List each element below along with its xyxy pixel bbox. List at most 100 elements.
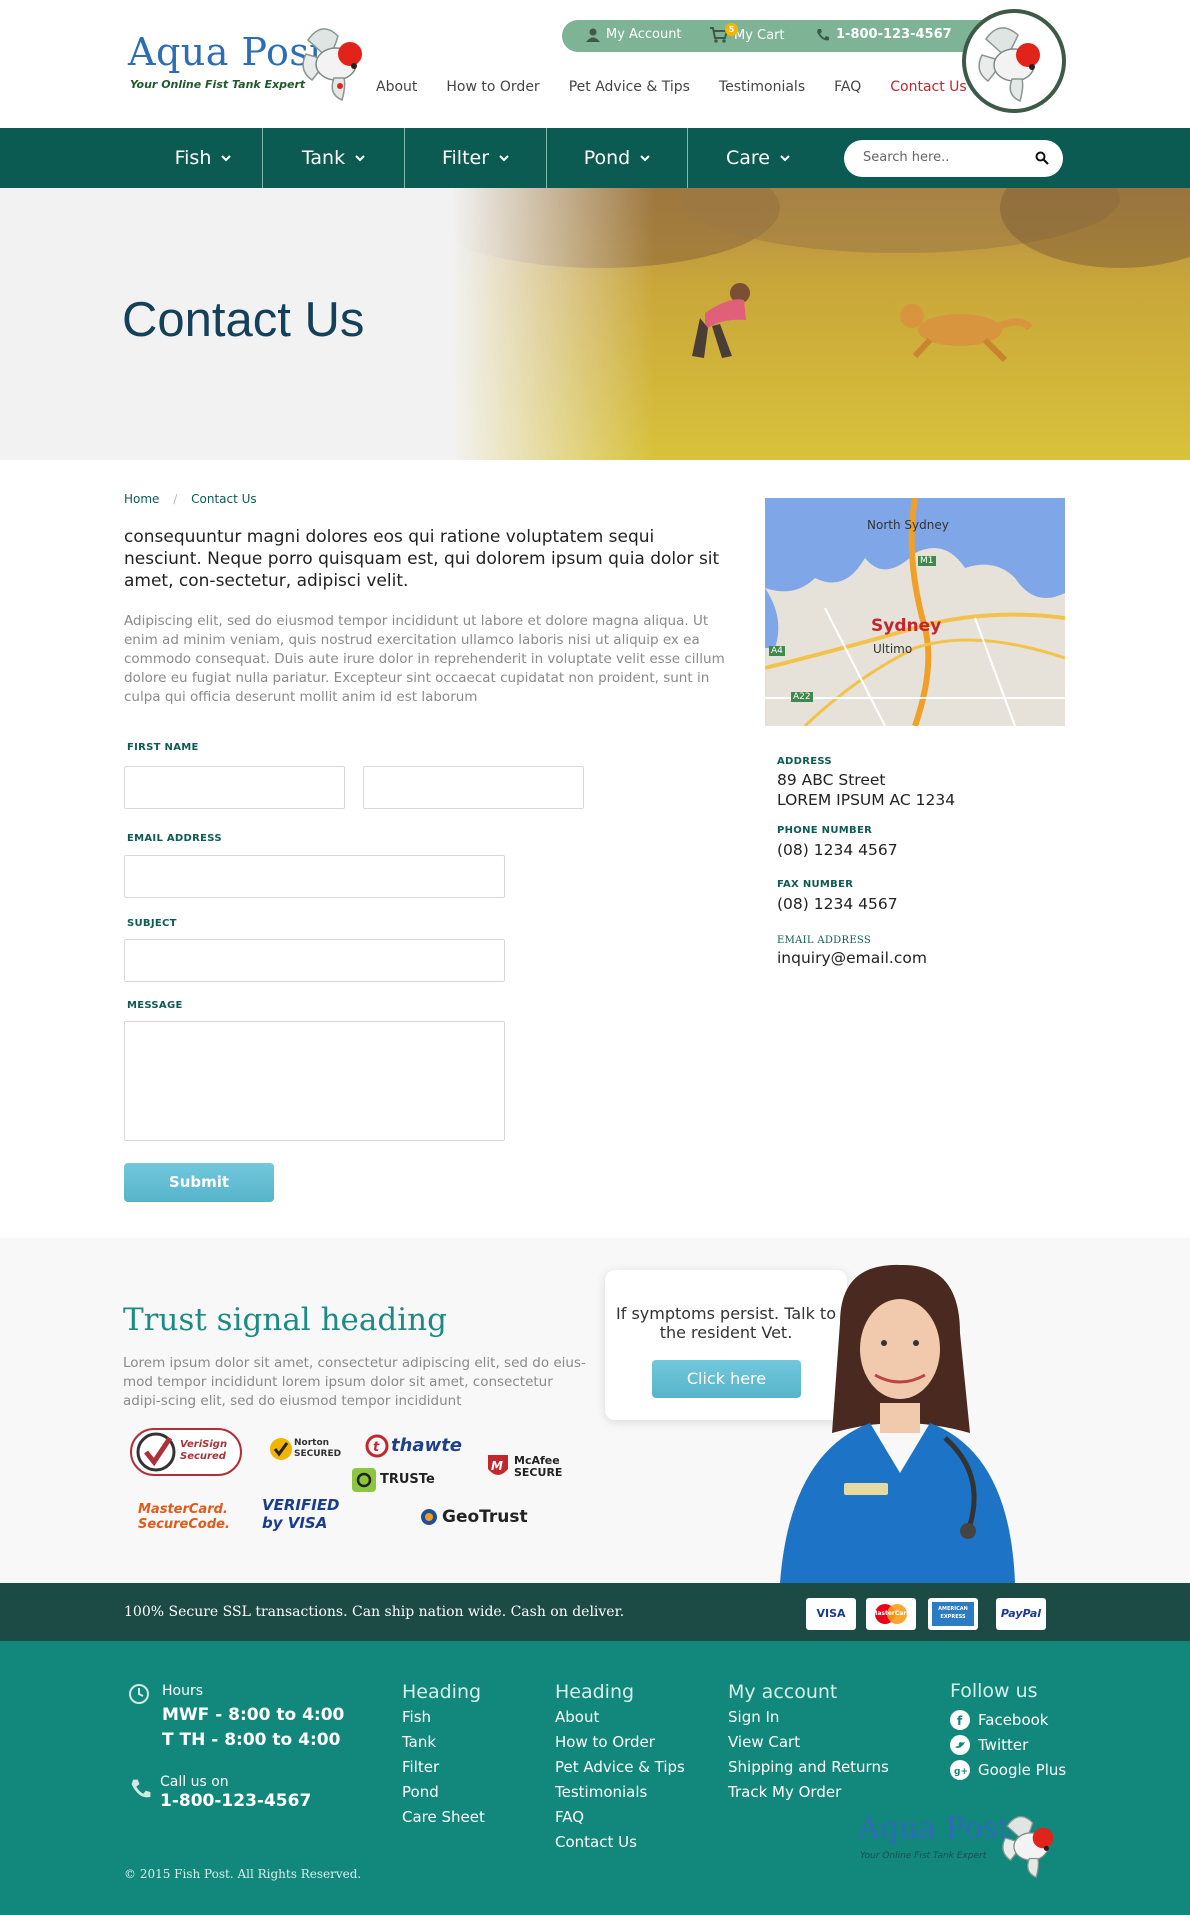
footer-link-view-cart[interactable]: View Cart <box>728 1733 800 1751</box>
email-field[interactable] <box>124 855 505 898</box>
nav-about[interactable]: About <box>376 79 417 95</box>
email-value[interactable]: inquiry@email.com <box>777 948 927 968</box>
footer-link-google-plus[interactable]: Google Plus <box>978 1761 1066 1779</box>
thawte-seal: t thawte <box>365 1434 475 1462</box>
address-line-1: 89 ABC Street <box>777 771 886 789</box>
address-line-2: LOREM IPSUM AC 1234 <box>777 791 956 809</box>
category-label: Pond <box>583 147 631 169</box>
nav-how-to-order[interactable]: How to Order <box>446 79 539 95</box>
nav-contact-us[interactable]: Contact Us <box>890 79 966 95</box>
footer-link-twitter[interactable]: Twitter <box>978 1736 1028 1754</box>
main-nav: About How to Order Pet Advice & Tips Tes… <box>376 79 996 95</box>
mastercard-securecode-seal: MasterCard. SecureCode. <box>138 1502 230 1536</box>
seal-label: thawte <box>391 1435 463 1456</box>
footer-link-filter[interactable]: Filter <box>402 1758 439 1776</box>
footer-heading-2: Heading <box>555 1681 635 1703</box>
category-pond[interactable]: Pond <box>547 128 687 188</box>
nav-testimonials[interactable]: Testimonials <box>719 79 805 95</box>
phone-icon <box>131 1779 151 1798</box>
footer-link-shipping[interactable]: Shipping and Returns <box>728 1758 889 1776</box>
email-label: EMAIL ADDRESS <box>127 833 222 844</box>
category-care[interactable]: Care <box>688 128 828 188</box>
logo-text: Aqua Post <box>128 30 326 74</box>
my-cart-link[interactable]: My Cart <box>710 27 785 43</box>
seal-label: VeriSign Secured <box>180 1439 228 1462</box>
message-field[interactable] <box>124 1021 505 1141</box>
footer-logo[interactable]: Aqua Post Your Online Fist Tank Expert <box>858 1809 1068 1879</box>
subject-label: SUBJECT <box>127 918 177 929</box>
footer-link-pond[interactable]: Pond <box>402 1783 439 1801</box>
last-name-field[interactable] <box>363 766 584 809</box>
svg-text:t: t <box>373 1440 380 1455</box>
geotrust-logo-icon <box>421 1509 437 1525</box>
trust-section: Trust signal heading Lorem ipsum dolor s… <box>0 1238 1190 1583</box>
phone-link[interactable]: 1-800-123-4567 <box>816 27 952 42</box>
footer-link-how-to-order[interactable]: How to Order <box>555 1733 655 1751</box>
verisign-seal: VeriSign Secured <box>130 1428 242 1476</box>
footer-link-fish[interactable]: Fish <box>402 1708 431 1726</box>
svg-text:g+: g+ <box>954 1767 968 1777</box>
phone-label: PHONE NUMBER <box>777 825 873 836</box>
footer-link-faq[interactable]: FAQ <box>555 1808 584 1826</box>
nav-faq[interactable]: FAQ <box>834 79 861 95</box>
phone-value[interactable]: (08) 1234 4567 <box>777 840 898 860</box>
address-label: ADDRESS <box>777 756 832 767</box>
map-label: A4 <box>769 646 785 656</box>
seal-label: VERIFIED by VISA <box>262 1496 340 1532</box>
map-label: Ultimo <box>873 642 913 656</box>
footer-link-tank[interactable]: Tank <box>402 1733 436 1751</box>
location-map[interactable]: North Sydney M1 Sydney A4 Ultimo A22 <box>765 498 1065 726</box>
seal-label: McAfee SECURE <box>514 1454 563 1479</box>
twitter-icon[interactable] <box>950 1735 970 1755</box>
site-logo[interactable]: Aqua Post Your Online Fist Tank Expert <box>126 20 376 110</box>
footer-link-sign-in[interactable]: Sign In <box>728 1708 779 1726</box>
google-plus-icon[interactable]: g+ <box>950 1760 970 1780</box>
facebook-icon[interactable]: f <box>950 1710 970 1730</box>
subject-field[interactable] <box>124 939 505 982</box>
submit-button[interactable]: Submit <box>124 1163 274 1202</box>
mcafee-seal: M McAfee SECURE <box>486 1453 566 1483</box>
footer-link-contact-us[interactable]: Contact Us <box>555 1833 637 1851</box>
thawte-logo-icon: t <box>365 1434 389 1458</box>
mastercard-icon: MasterCard <box>866 1598 916 1630</box>
norton-check-icon <box>270 1438 292 1460</box>
footer-heading-my-account: My account <box>728 1681 838 1703</box>
chevron-down-icon <box>780 154 790 161</box>
category-label: Filter <box>441 147 490 169</box>
first-name-field[interactable] <box>124 766 345 809</box>
clock-icon <box>129 1684 149 1704</box>
search-icon[interactable] <box>1035 151 1049 165</box>
chevron-down-icon <box>640 154 650 161</box>
category-tank[interactable]: Tank <box>263 128 404 188</box>
my-account-link[interactable]: My Account <box>586 27 682 42</box>
nav-pet-advice[interactable]: Pet Advice & Tips <box>569 79 690 95</box>
search-input[interactable]: Search here.. <box>863 150 949 165</box>
checkmark-icon <box>136 1432 176 1472</box>
fax-label: FAX NUMBER <box>777 879 854 890</box>
footer-link-care-sheet[interactable]: Care Sheet <box>402 1808 485 1826</box>
card-label: MasterCard <box>871 1610 911 1617</box>
search-box[interactable]: Search here.. <box>844 140 1063 177</box>
norton-seal: Norton SECURED <box>268 1432 341 1468</box>
footer-link-about[interactable]: About <box>555 1708 599 1726</box>
page-title: Contact Us <box>122 293 365 347</box>
trust-heading: Trust signal heading <box>123 1302 447 1338</box>
logo-tagline: Your Online Fist Tank Expert <box>130 78 306 91</box>
footer-link-track-order[interactable]: Track My Order <box>728 1783 841 1801</box>
seal-label: TRUSTe <box>380 1472 435 1487</box>
visa-card-icon: VISA <box>806 1598 856 1630</box>
breadcrumb-home[interactable]: Home <box>124 492 159 506</box>
footer-phone-number[interactable]: 1-800-123-4567 <box>160 1791 311 1811</box>
category-fish[interactable]: Fish <box>143 128 263 188</box>
email-contact-label: EMAIL ADDRESS <box>777 935 872 946</box>
user-icon <box>586 28 600 42</box>
footer-link-facebook[interactable]: Facebook <box>978 1711 1048 1729</box>
cart-count-badge: 5 <box>725 23 738 36</box>
verified-by-visa-seal: VERIFIED by VISA <box>262 1496 340 1540</box>
footer-link-pet-advice[interactable]: Pet Advice & Tips <box>555 1758 685 1776</box>
footer-heading-1: Heading <box>402 1681 482 1703</box>
category-filter[interactable]: Filter <box>405 128 546 188</box>
site-footer: Hours MWF - 8:00 to 4:00 T TH - 8:00 to … <box>0 1641 1190 1915</box>
breadcrumb: Home / Contact Us <box>124 492 257 506</box>
footer-link-testimonials[interactable]: Testimonials <box>555 1783 647 1801</box>
